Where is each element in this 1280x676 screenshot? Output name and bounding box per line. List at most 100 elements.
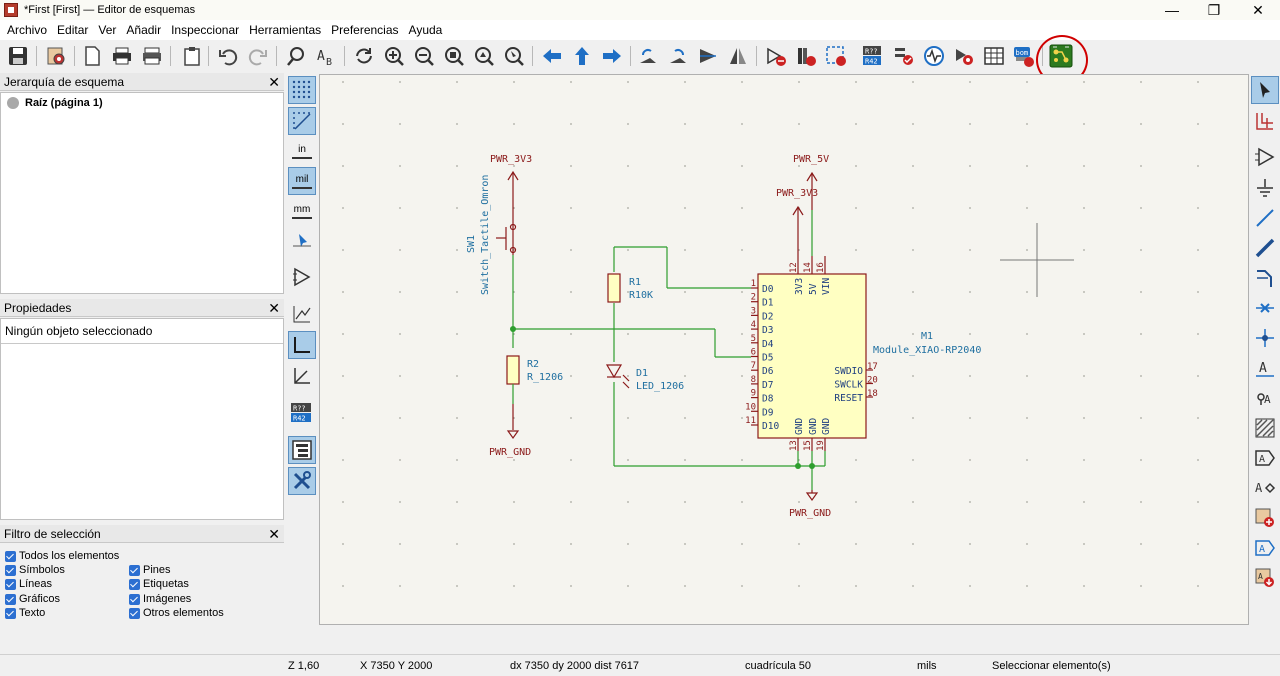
add-label-icon[interactable]: A [1251,354,1279,382]
navigate-back-icon[interactable] [540,44,564,68]
checkbox-icon[interactable] [129,607,140,619]
import-sheet-pin-icon[interactable]: A [1251,564,1279,592]
line-mode-free-icon[interactable] [288,300,316,328]
simulator-icon[interactable] [922,44,946,68]
schematic-setup-icon[interactable] [44,44,68,68]
page-settings-icon[interactable] [80,44,104,68]
add-bus-entry-icon[interactable] [1251,264,1279,292]
zoom-fit-icon[interactable] [442,44,466,68]
add-sheet-pin-icon[interactable]: A [1251,534,1279,562]
zoom-in-icon[interactable] [382,44,406,68]
mirror-vertical-icon[interactable] [696,44,720,68]
add-sheet-icon[interactable] [1251,504,1279,532]
checkbox-icon[interactable] [5,607,16,619]
schematic-canvas[interactable]: PWR_3V3 PWR_5V PWR_3V3 PWR_GND PWR_GND S… [319,74,1249,625]
print-icon[interactable] [110,44,134,68]
zoom-objects-icon[interactable] [472,44,496,68]
find-replace-icon[interactable]: AB [314,44,338,68]
add-hier-label-icon[interactable]: A [1251,474,1279,502]
erc-icon[interactable] [892,44,916,68]
checkbox-icon[interactable] [129,578,140,590]
add-netclass-icon[interactable]: A [1251,384,1279,412]
checkbox-icon[interactable] [5,578,16,590]
navigate-forward-icon[interactable] [600,44,624,68]
filter-images[interactable]: Imágenes [129,593,191,605]
add-rule-area-icon[interactable] [1251,414,1279,442]
refresh-icon[interactable] [352,44,376,68]
undo-icon[interactable] [216,44,240,68]
hierarchy-close-button[interactable]: ✕ [268,73,280,91]
annotate-icon[interactable] [824,44,848,68]
menu-ayuda[interactable]: Ayuda [404,23,448,37]
resistor-r1[interactable] [607,273,621,303]
symbol-library-browser-icon[interactable] [794,44,818,68]
menu-herramientas[interactable]: Herramientas [244,23,326,37]
symbol-editor-icon[interactable] [764,44,788,68]
filter-pins[interactable]: Pines [129,564,171,576]
mirror-horizontal-icon[interactable] [726,44,750,68]
menu-editar[interactable]: Editar [52,23,93,37]
cursor-crosshair-icon[interactable] [288,227,316,255]
add-power-icon[interactable] [1251,174,1279,202]
grid-dots-icon[interactable] [288,76,316,104]
hidden-pins-icon[interactable] [288,263,316,291]
filter-graphics[interactable]: Gráficos [5,593,60,605]
rotate-cw-icon[interactable] [666,44,690,68]
redo-icon[interactable] [246,44,270,68]
plot-icon[interactable] [140,44,164,68]
properties-close-button[interactable]: ✕ [268,299,280,317]
checkbox-icon[interactable] [129,593,140,605]
filter-all-elements[interactable]: Todos los elementos [5,550,119,562]
highlight-net-icon[interactable] [1251,107,1279,135]
save-icon[interactable] [6,44,30,68]
filter-symbols[interactable]: Símbolos [5,564,65,576]
units-inches-button[interactable]: in [288,137,316,165]
assign-footprints-icon[interactable] [952,44,976,68]
selection-filter-close-button[interactable]: ✕ [268,525,280,543]
resistor-r2[interactable] [506,355,520,385]
bom-generator-icon[interactable]: bom [1012,44,1036,68]
select-tool-icon[interactable] [1251,76,1279,104]
add-bus-icon[interactable] [1251,234,1279,262]
menu-preferencias[interactable]: Preferencias [326,23,403,37]
hierarchy-panel-toggle-icon[interactable] [288,436,316,464]
annotate-symbols-icon[interactable]: R?? R42 [862,44,886,68]
add-global-label-icon[interactable]: A [1251,444,1279,472]
add-symbol-icon[interactable] [1251,143,1279,171]
selection-filter-header: Filtro de selección ✕ [0,525,284,543]
properties-panel-toggle-icon[interactable] [288,467,316,495]
navigate-up-icon[interactable] [570,44,594,68]
filter-labels[interactable]: Etiquetas [129,578,189,590]
rotate-ccw-icon[interactable] [636,44,660,68]
add-junction-icon[interactable] [1251,324,1279,352]
annotation-toggle-icon[interactable]: R?? R42 [288,399,316,427]
units-mils-button[interactable]: mil [288,167,316,195]
module-m1[interactable] [757,273,867,439]
filter-lines[interactable]: Líneas [5,578,52,590]
close-button[interactable]: ✕ [1236,0,1280,20]
line-mode-45-icon[interactable] [288,362,316,390]
hierarchy-root-item[interactable]: Raíz (página 1) [7,97,103,109]
menu-archivo[interactable]: Archivo [2,23,52,37]
menu-anadir[interactable]: Añadir [121,23,166,37]
maximize-button[interactable]: ❐ [1192,0,1236,20]
grid-overrides-icon[interactable] [288,107,316,135]
zoom-out-icon[interactable] [412,44,436,68]
find-icon[interactable] [284,44,308,68]
symbol-fields-table-icon[interactable] [982,44,1006,68]
checkbox-icon[interactable] [5,564,16,576]
add-wire-icon[interactable] [1251,204,1279,232]
line-mode-90-icon[interactable] [288,331,316,359]
menu-inspeccionar[interactable]: Inspeccionar [166,23,244,37]
zoom-selection-icon[interactable] [502,44,526,68]
filter-other[interactable]: Otros elementos [129,607,224,619]
units-mm-button[interactable]: mm [288,197,316,225]
checkbox-icon[interactable] [5,550,16,562]
no-connect-icon[interactable] [1251,294,1279,322]
menu-ver[interactable]: Ver [93,23,121,37]
minimize-button[interactable]: — [1150,0,1194,20]
checkbox-icon[interactable] [129,564,140,576]
filter-text[interactable]: Texto [5,607,45,619]
paste-icon[interactable] [180,44,204,68]
checkbox-icon[interactable] [5,593,16,605]
